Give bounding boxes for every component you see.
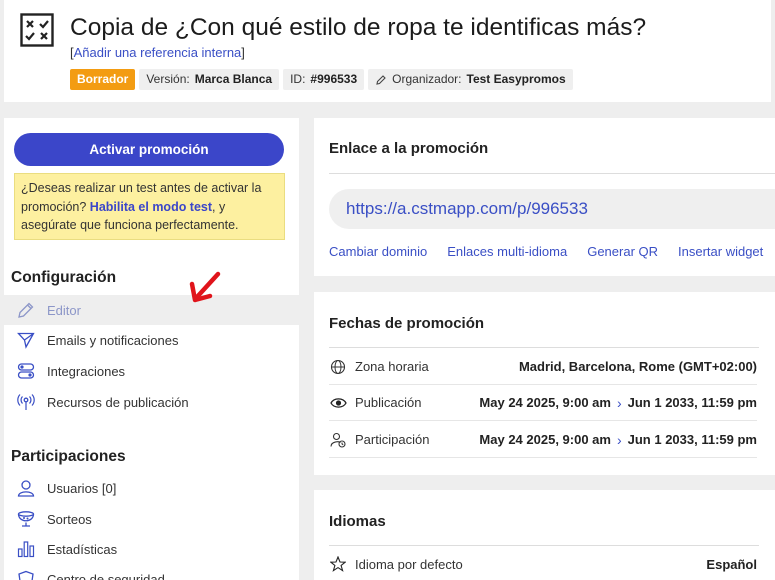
- timezone-value: Madrid, Barcelona, Rome (GMT+02:00): [518, 359, 757, 374]
- participation-start: May 24 2025, 9:00 am: [479, 432, 611, 447]
- toggles-icon: [16, 361, 36, 381]
- bar-chart-icon: [16, 539, 36, 559]
- sidebar-item-label: Emails y notificaciones: [47, 332, 179, 348]
- sidebar: Activar promoción ¿Deseas realizar un te…: [4, 118, 299, 580]
- quiz-logo-icon: [20, 13, 54, 47]
- sidebar-item-label: Estadísticas: [47, 541, 118, 557]
- chevron-right-icon: ›: [616, 431, 622, 448]
- star-icon: [329, 556, 347, 572]
- organizer-label: Organizador:: [392, 72, 462, 86]
- sidebar-item-label: Usuarios [0]: [47, 480, 117, 496]
- id-value: #996533: [310, 72, 358, 86]
- version-value: Marca Blanca: [194, 72, 273, 86]
- change-domain-link[interactable]: Cambiar dominio: [329, 244, 427, 259]
- config-section-title: Configuración: [11, 269, 117, 286]
- sidebar-item-label: Recursos de publicación: [47, 394, 189, 410]
- page-title: Copia de ¿Con qué estilo de ropa te iden…: [70, 14, 647, 41]
- globe-icon: [329, 359, 347, 375]
- sidebar-item-label: Editor: [47, 302, 81, 318]
- sidebar-item-users[interactable]: Usuarios [0]: [4, 473, 299, 503]
- id-label: ID:: [290, 72, 306, 86]
- participation-row: Participación May 24 2025, 9:00 am › Jun 1…: [329, 422, 757, 458]
- publication-range: May 24 2025, 9:00 am › Jun 1 2033, 11:59 p…: [479, 395, 757, 411]
- sidebar-item-label: Integraciones: [47, 363, 126, 379]
- promotion-url[interactable]: https://a.cstmapp.com/p/996533: [329, 189, 775, 229]
- sidebar-item-editor[interactable]: Editor: [4, 295, 299, 325]
- default-language-value: Español: [706, 556, 757, 572]
- pencil-icon: [16, 300, 36, 320]
- divider: [329, 347, 759, 348]
- sidebar-item-integrations[interactable]: Integraciones: [4, 356, 299, 386]
- publication-label: Publicación: [355, 395, 422, 410]
- participation-end: Jun 1 2033, 11:59 pm: [627, 432, 757, 447]
- id-badge: ID: #996533: [283, 69, 365, 90]
- generate-qr-link[interactable]: Generar QR: [587, 244, 658, 259]
- enable-test-mode-link[interactable]: Habilita el modo test: [90, 200, 212, 214]
- paper-plane-icon: [16, 330, 36, 350]
- sidebar-item-publication-resources[interactable]: Recursos de publicación: [4, 387, 299, 417]
- timezone-label: Zona horaria: [355, 359, 429, 374]
- sidebar-item-statistics[interactable]: Estadísticas: [4, 534, 299, 564]
- promotion-dates-title: Fechas de promoción: [329, 315, 485, 332]
- sidebar-item-emails[interactable]: Emails y notificaciones: [4, 325, 299, 355]
- organizer-badge[interactable]: Organizador: Test Easypromos: [368, 69, 573, 90]
- multi-language-links-link[interactable]: Enlaces multi-idioma: [447, 244, 567, 259]
- languages-title: Idiomas: [329, 513, 386, 530]
- promotion-link-card: Enlace a la promoción https://a.cstmapp.…: [314, 118, 775, 276]
- participation-label: Participación: [355, 432, 430, 447]
- participation-range: May 24 2025, 9:00 am › Jun 1 2033, 11:59 p…: [479, 432, 757, 448]
- sidebar-item-label: Centro de seguridad: [47, 571, 165, 580]
- eye-icon: [329, 396, 347, 410]
- sidebar-item-label: Sorteos: [47, 511, 92, 527]
- participations-section-title: Participaciones: [11, 448, 126, 465]
- user-clock-icon: [329, 432, 347, 448]
- activate-promotion-button[interactable]: Activar promoción: [14, 133, 284, 166]
- user-icon: [16, 478, 36, 498]
- insert-widget-link[interactable]: Insertar widget: [678, 244, 763, 259]
- broadcast-icon: [16, 392, 36, 412]
- divider: [329, 173, 775, 174]
- promotion-header: Copia de ¿Con qué estilo de ropa te iden…: [4, 0, 771, 102]
- shield-icon: [16, 569, 36, 580]
- default-language-label: Idioma por defecto: [355, 556, 463, 572]
- add-reference-link[interactable]: Añadir una referencia interna: [74, 45, 242, 60]
- status-badge: Borrador: [70, 69, 136, 90]
- reference-line: [Añadir una referencia interna]: [70, 45, 245, 60]
- draw-bowl-icon: [16, 509, 36, 529]
- timezone-row: Zona horaria Madrid, Barcelona, Rome (GM…: [329, 349, 757, 385]
- languages-card: Idiomas Idioma por defecto Español: [314, 490, 775, 580]
- badge-row: Borrador Versión: Marca Blanca ID: #996533…: [70, 69, 573, 90]
- version-badge: Versión: Marca Blanca: [139, 69, 280, 90]
- promotion-link-actions: Cambiar dominio Enlaces multi-idioma Gen…: [329, 244, 763, 259]
- promotion-link-title: Enlace a la promoción: [329, 140, 489, 157]
- default-language-row: Idioma por defecto Español: [329, 546, 757, 580]
- sidebar-item-draws[interactable]: Sorteos: [4, 504, 299, 534]
- publication-end: Jun 1 2033, 11:59 pm: [627, 395, 757, 410]
- annotation-arrow-icon: [189, 271, 221, 303]
- organizer-value: Test Easypromos: [466, 72, 566, 86]
- publication-start: May 24 2025, 9:00 am: [479, 395, 611, 410]
- promotion-dates-card: Fechas de promoción Zona horaria Madrid,…: [314, 292, 775, 475]
- version-label: Versión:: [146, 72, 190, 86]
- test-mode-notice: ¿Deseas realizar un test antes de activa…: [14, 173, 285, 240]
- chevron-right-icon: ›: [616, 394, 622, 411]
- pencil-icon: [376, 74, 386, 85]
- publication-row: Publicación May 24 2025, 9:00 am › Jun 1 2…: [329, 385, 757, 421]
- sidebar-item-security-center[interactable]: Centro de seguridad: [4, 564, 299, 580]
